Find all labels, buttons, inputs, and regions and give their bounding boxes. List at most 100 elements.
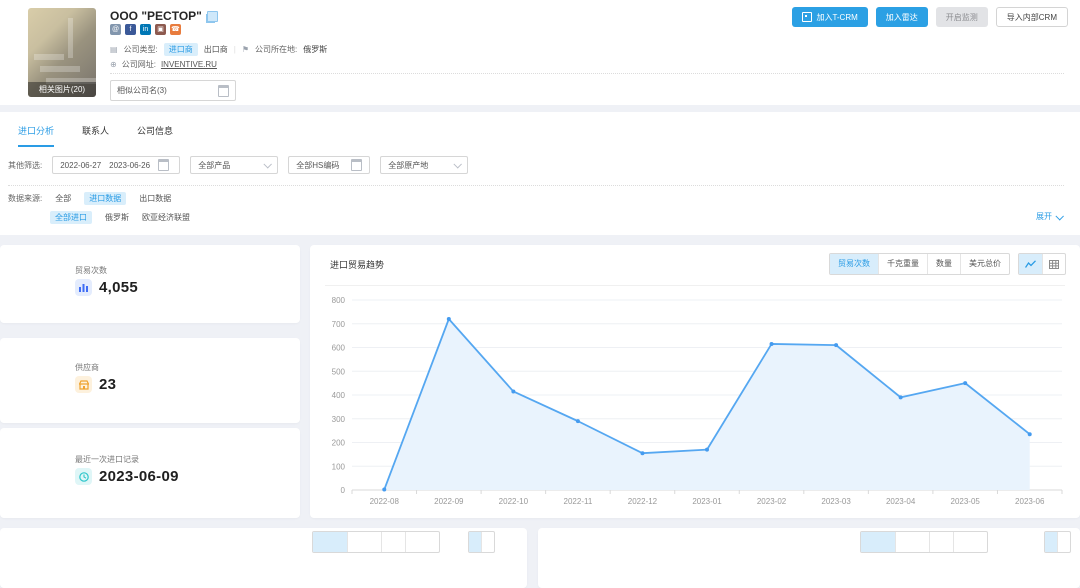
- line-chart-icon[interactable]: [469, 532, 481, 552]
- company-photo[interactable]: 相关图片(20): [28, 8, 96, 97]
- data-point[interactable]: [576, 419, 580, 423]
- import-trend-card: 进口贸易趋势 贸易次数千克重量数量美元总价 010020030040050060…: [310, 245, 1080, 518]
- stat-title: 供应商: [75, 362, 99, 373]
- catalog-icon: [218, 85, 229, 97]
- table-view-icon[interactable]: [481, 532, 494, 552]
- company-meta-row: ▤ 公司类型: 进口商 出口商 | ⚑ 公司所在地: 俄罗斯: [110, 43, 327, 56]
- data-point[interactable]: [899, 395, 903, 399]
- metric-option-2[interactable]: 数量: [927, 254, 960, 274]
- partial-metric-toggle: [312, 531, 440, 553]
- data-source-sub-option-2[interactable]: 欧亚经济联盟: [142, 212, 190, 223]
- data-point[interactable]: [834, 343, 838, 347]
- metric-option-0[interactable]: 贸易次数: [830, 254, 878, 274]
- x-axis-label: 2022-08: [370, 497, 400, 506]
- tab-bar: 进口分析 联系人 公司信息: [18, 124, 173, 147]
- add-radar-button[interactable]: 加入雷达: [876, 7, 928, 27]
- data-point[interactable]: [963, 381, 967, 385]
- date-range-picker[interactable]: 2022-06-27 2023-06-26: [52, 156, 180, 174]
- x-axis-label: 2022-11: [564, 497, 593, 506]
- related-images-label[interactable]: 相关图片(20): [28, 82, 96, 97]
- date-start: 2022-06-27: [60, 161, 101, 170]
- tab-company-info[interactable]: 公司信息: [137, 124, 173, 147]
- filter-divider: [8, 185, 1064, 186]
- product-select[interactable]: 全部产品: [190, 156, 278, 174]
- calendar-icon: [158, 159, 169, 171]
- data-point[interactable]: [640, 451, 644, 455]
- similar-companies-select[interactable]: 相似公司名(3): [110, 80, 236, 101]
- data-point[interactable]: [447, 317, 451, 321]
- data-source-option-0[interactable]: 全部: [55, 193, 71, 204]
- data-point[interactable]: [770, 342, 774, 346]
- filter-row: 其他筛选: 2022-06-27 2023-06-26 全部产品 全部HS编码 …: [8, 156, 468, 174]
- t-crm-icon: [802, 12, 812, 22]
- x-axis-label: 2022-10: [499, 497, 529, 506]
- linkedin-icon[interactable]: in: [140, 24, 151, 35]
- globe-icon: ⊕: [110, 60, 117, 69]
- origin-select[interactable]: 全部原产地: [380, 156, 468, 174]
- copy-icon[interactable]: [207, 11, 218, 22]
- x-axis-label: 2022-09: [434, 497, 464, 506]
- stat-card-trade-count: 贸易次数 4,055: [0, 245, 300, 323]
- chart-title: 进口贸易趋势: [330, 258, 384, 271]
- data-source-sub-option-0[interactable]: 全部进口: [50, 211, 92, 224]
- stat-title: 贸易次数: [75, 265, 107, 276]
- partial-view-toggle: [1044, 531, 1071, 553]
- facebook-icon[interactable]: f: [125, 24, 136, 35]
- company-type-label: 公司类型:: [124, 44, 158, 55]
- data-point[interactable]: [511, 389, 515, 393]
- data-point[interactable]: [382, 488, 386, 492]
- company-header: 相关图片(20) OOO "PECTOP" @ fin ▣ ☎ ▤ 公司类型: 进口商…: [0, 0, 1080, 105]
- y-axis-label: 100: [332, 462, 346, 471]
- add-tcrm-button[interactable]: 加入T-CRM: [792, 7, 867, 27]
- company-name: OOO "PECTOP": [110, 9, 218, 23]
- data-source-option-1[interactable]: 进口数据: [84, 192, 126, 205]
- enable-monitor-button[interactable]: 开启监测: [936, 7, 988, 27]
- metric-option-3[interactable]: 美元总价: [960, 254, 1009, 274]
- data-point[interactable]: [1028, 432, 1032, 436]
- import-trend-line-chart[interactable]: 01002003004005006007008002022-082022-092…: [325, 290, 1075, 515]
- data-source-sub-row: 全部进口 俄罗斯 欧亚经济联盟: [50, 211, 190, 224]
- tab-import-analysis[interactable]: 进口分析: [18, 124, 54, 147]
- data-source-option-2[interactable]: 出口数据: [139, 193, 171, 204]
- website-icon[interactable]: @: [110, 24, 121, 35]
- line-chart-icon[interactable]: [1045, 532, 1057, 552]
- partial-metric-toggle: [860, 531, 988, 553]
- bottom-right-card: [538, 528, 1080, 588]
- y-axis-label: 600: [332, 344, 346, 353]
- chart-toolbar: 贸易次数千克重量数量美元总价: [829, 253, 1066, 275]
- import-crm-button[interactable]: 导入内部CRM: [996, 7, 1068, 27]
- importer-tag[interactable]: 进口商: [164, 43, 198, 56]
- clock-icon: [75, 468, 92, 485]
- metric-option-1[interactable]: 千克重量: [878, 254, 927, 274]
- y-axis-label: 300: [332, 415, 346, 424]
- expand-toggle[interactable]: 展开: [1036, 211, 1062, 222]
- phone-icon[interactable]: ☎: [170, 24, 181, 35]
- stat-card-last-import: 最近一次进口记录 2023-06-09: [0, 428, 300, 518]
- company-type-icon: ▤: [110, 45, 118, 54]
- line-chart-icon[interactable]: [1019, 254, 1042, 274]
- website-row: ⊕ 公司网址: INVENTIVE.RU: [110, 59, 217, 70]
- location-value: 俄罗斯: [303, 44, 327, 55]
- x-axis-label: 2023-02: [757, 497, 787, 506]
- x-axis-label: 2023-04: [886, 497, 916, 506]
- hs-code-select[interactable]: 全部HS编码: [288, 156, 370, 174]
- y-axis-label: 0: [341, 486, 346, 495]
- y-axis-label: 800: [332, 296, 346, 305]
- location-icon: ⚑: [242, 45, 249, 54]
- data-point[interactable]: [705, 448, 709, 452]
- last-import-date-value: 2023-06-09: [99, 468, 179, 485]
- trade-count-value: 4,055: [99, 279, 138, 296]
- tab-contacts[interactable]: 联系人: [82, 124, 109, 147]
- website-link[interactable]: INVENTIVE.RU: [161, 60, 217, 69]
- location-label: 公司所在地:: [255, 44, 297, 55]
- table-view-icon[interactable]: [1057, 532, 1070, 552]
- table-view-icon[interactable]: [1042, 254, 1065, 274]
- exporter-tag[interactable]: 出口商: [204, 44, 228, 55]
- header-divider: [110, 73, 1064, 74]
- data-source-sub-option-1[interactable]: 俄罗斯: [105, 212, 129, 223]
- instagram-icon[interactable]: ▣: [155, 24, 166, 35]
- date-end: 2023-06-26: [109, 161, 150, 170]
- view-toggle: [1018, 253, 1066, 275]
- header-actions: 加入T-CRM 加入雷达 开启监测 导入内部CRM: [792, 7, 1068, 27]
- x-axis-label: 2023-01: [692, 497, 722, 506]
